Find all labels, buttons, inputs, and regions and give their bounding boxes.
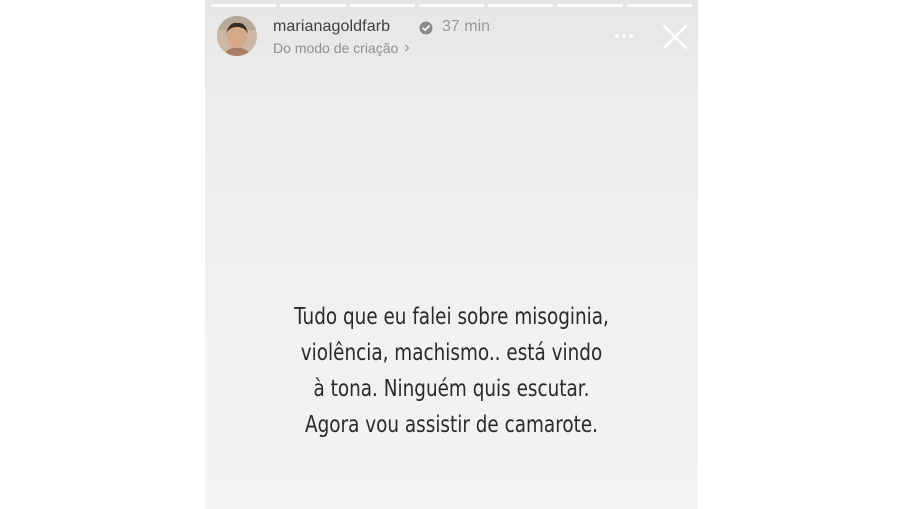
progress-segment	[488, 4, 554, 7]
verified-badge-icon	[419, 21, 433, 35]
story-text-line: à tona. Ninguém quis escutar.	[313, 376, 590, 402]
story-text-line: Agora vou assistir de camarote.	[305, 412, 598, 438]
progress-segment	[418, 4, 485, 7]
username[interactable]: marianagoldfarb	[273, 18, 390, 36]
creation-mode-link[interactable]: Do modo de criação ›	[273, 39, 410, 57]
page: marianagoldfarb 37 min Do modo de criaçã…	[0, 0, 906, 509]
story-viewer[interactable]: marianagoldfarb 37 min Do modo de criaçã…	[205, 0, 698, 509]
story-text-line: Tudo que eu falei sobre misoginia,	[294, 304, 609, 330]
avatar[interactable]	[217, 16, 257, 56]
progress-segment	[626, 4, 692, 7]
story-text-line: violência, machismo.. está vindo	[300, 340, 603, 366]
chevron-right-icon: ›	[404, 39, 410, 56]
progress-segment	[211, 4, 277, 7]
post-time: 37 min	[442, 18, 491, 35]
story-text: Tudo que eu falei sobre misoginia, violê…	[254, 299, 648, 443]
avatar-photo	[217, 16, 257, 56]
close-icon[interactable]	[660, 22, 690, 52]
progress-segment	[280, 4, 346, 7]
creation-mode-label: Do modo de criação	[273, 40, 399, 56]
progress-segment	[349, 4, 415, 7]
more-options-icon[interactable]	[612, 24, 636, 48]
story-header: marianagoldfarb 37 min Do modo de criaçã…	[217, 16, 690, 60]
progress-segment	[557, 4, 623, 7]
story-progress-bar	[211, 4, 692, 7]
